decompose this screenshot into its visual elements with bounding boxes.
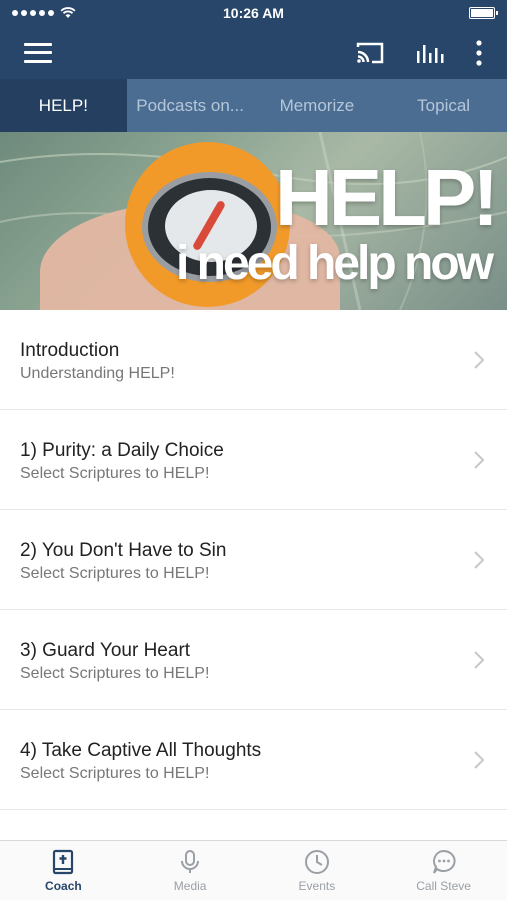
bottom-nav: Coach Media Events Call Steve [0,840,507,900]
list-item-subtitle: Select Scriptures to HELP! [20,765,210,782]
nav-media[interactable]: Media [127,841,254,900]
list-item-title: Introduction [20,340,120,361]
hero-banner: HELP! i need help now [0,132,507,310]
list-item[interactable]: 3) Guard Your Heart Select Scriptures to… [0,610,507,710]
nav-label: Coach [45,878,82,893]
tab-topical[interactable]: Topical [380,79,507,132]
battery-icon [469,7,498,19]
list-item-title: 2) You Don't Have to Sin [20,540,227,561]
chevron-right-icon [474,751,485,769]
tab-help[interactable]: HELP! [0,79,127,132]
chat-bubble-icon [432,849,456,874]
list-item-title: 3) Guard Your Heart [20,640,191,661]
equalizer-icon[interactable] [415,41,445,65]
list-item-title: 1) Purity: a Daily Choice [20,440,224,461]
banner-title: HELP! [275,153,499,242]
status-time: 10:26 AM [223,5,284,21]
nav-events[interactable]: Events [254,841,381,900]
menu-icon[interactable] [24,42,52,63]
list-item-subtitle: Understanding HELP! [20,365,175,382]
cast-icon[interactable] [355,41,385,65]
list-item[interactable]: 1) Purity: a Daily Choice Select Scriptu… [0,410,507,510]
chevron-right-icon [474,551,485,569]
tab-podcasts[interactable]: Podcasts on... [127,79,254,132]
more-vertical-icon[interactable] [475,39,483,66]
nav-call-steve[interactable]: Call Steve [380,841,507,900]
list-item-subtitle: Select Scriptures to HELP! [20,665,210,682]
nav-label: Events [298,878,336,893]
list-item-subtitle: Select Scriptures to HELP! [20,465,210,482]
list-item[interactable]: 4) Take Captive All Thoughts Select Scri… [0,710,507,810]
nav-coach[interactable]: Coach [0,841,127,900]
list-item-title: 4) Take Captive All Thoughts [20,740,262,761]
bible-icon [53,849,74,874]
status-bar: 10:26 AM [0,0,507,26]
banner-subtitle: i need help now [175,237,494,290]
content-list: Introduction Understanding HELP! 1) Puri… [0,310,507,810]
list-item-subtitle: Select Scriptures to HELP! [20,565,210,582]
list-item[interactable]: Introduction Understanding HELP! [0,310,507,410]
nav-label: Media [173,878,207,893]
app-bar [0,26,507,79]
chevron-right-icon [474,351,485,369]
chevron-right-icon [474,651,485,669]
tab-bar: HELP! Podcasts on... Memorize Topical [0,79,507,132]
list-item[interactable]: 2) You Don't Have to Sin Select Scriptur… [0,510,507,610]
chevron-right-icon [474,451,485,469]
clock-icon [304,849,329,874]
tab-memorize[interactable]: Memorize [254,79,381,132]
microphone-icon [181,849,200,873]
app-bar-actions [355,39,483,66]
nav-label: Call Steve [416,878,471,893]
